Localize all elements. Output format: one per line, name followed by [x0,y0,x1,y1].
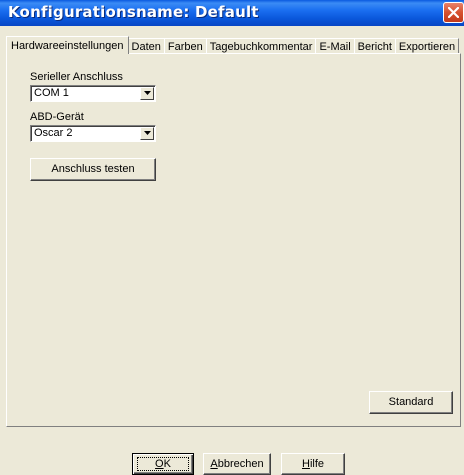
chevron-down-icon [144,91,151,95]
serial-port-dropdown-button[interactable] [140,87,154,100]
tab-farben[interactable]: Farben [163,38,207,54]
ok-button[interactable]: OK [132,453,194,475]
tab-email[interactable]: E-Mail [315,38,355,54]
tab-daten[interactable]: Daten [127,38,165,54]
hardware-settings-panel: Serieller Anschluss COM 1 ABD-Gerät Osca… [6,53,461,427]
serial-port-label: Serieller Anschluss [30,71,123,83]
standard-label: Standard [388,396,434,408]
test-connection-button[interactable]: Anschluss testen [30,158,156,181]
serial-port-value: COM 1 [34,87,69,99]
help-label: Hilfe [301,458,324,470]
tab-tagebuchkommentar[interactable]: Tagebuchkommentar [205,38,317,54]
help-button[interactable]: Hilfe [281,453,345,475]
close-button[interactable] [443,2,464,23]
config-dialog: Konfigurationsname: Default Hardwareeins… [0,0,464,475]
test-connection-label: Anschluss testen [51,163,135,175]
device-select[interactable]: Oscar 2 [30,125,156,142]
chevron-down-icon [144,131,151,135]
cancel-label: Abbrechen [210,458,264,470]
serial-port-select[interactable]: COM 1 [30,85,156,102]
tab-exportieren[interactable]: Exportieren [394,38,460,54]
close-icon [448,7,459,18]
cancel-button[interactable]: Abbrechen [203,453,271,475]
tab-strip: Hardwareeinstellungen Daten Farben Tageb… [6,36,460,54]
device-value: Oscar 2 [34,127,73,139]
tab-hardwareeinstellungen[interactable]: Hardwareeinstellungen [6,36,129,54]
device-dropdown-button[interactable] [140,127,154,140]
window-title: Konfigurationsname: Default [8,3,259,21]
title-bar[interactable]: Konfigurationsname: Default [0,0,464,26]
tab-bericht[interactable]: Bericht [353,38,396,54]
standard-button[interactable]: Standard [369,391,453,414]
device-label: ABD-Gerät [30,111,84,123]
focus-indicator [137,457,189,471]
